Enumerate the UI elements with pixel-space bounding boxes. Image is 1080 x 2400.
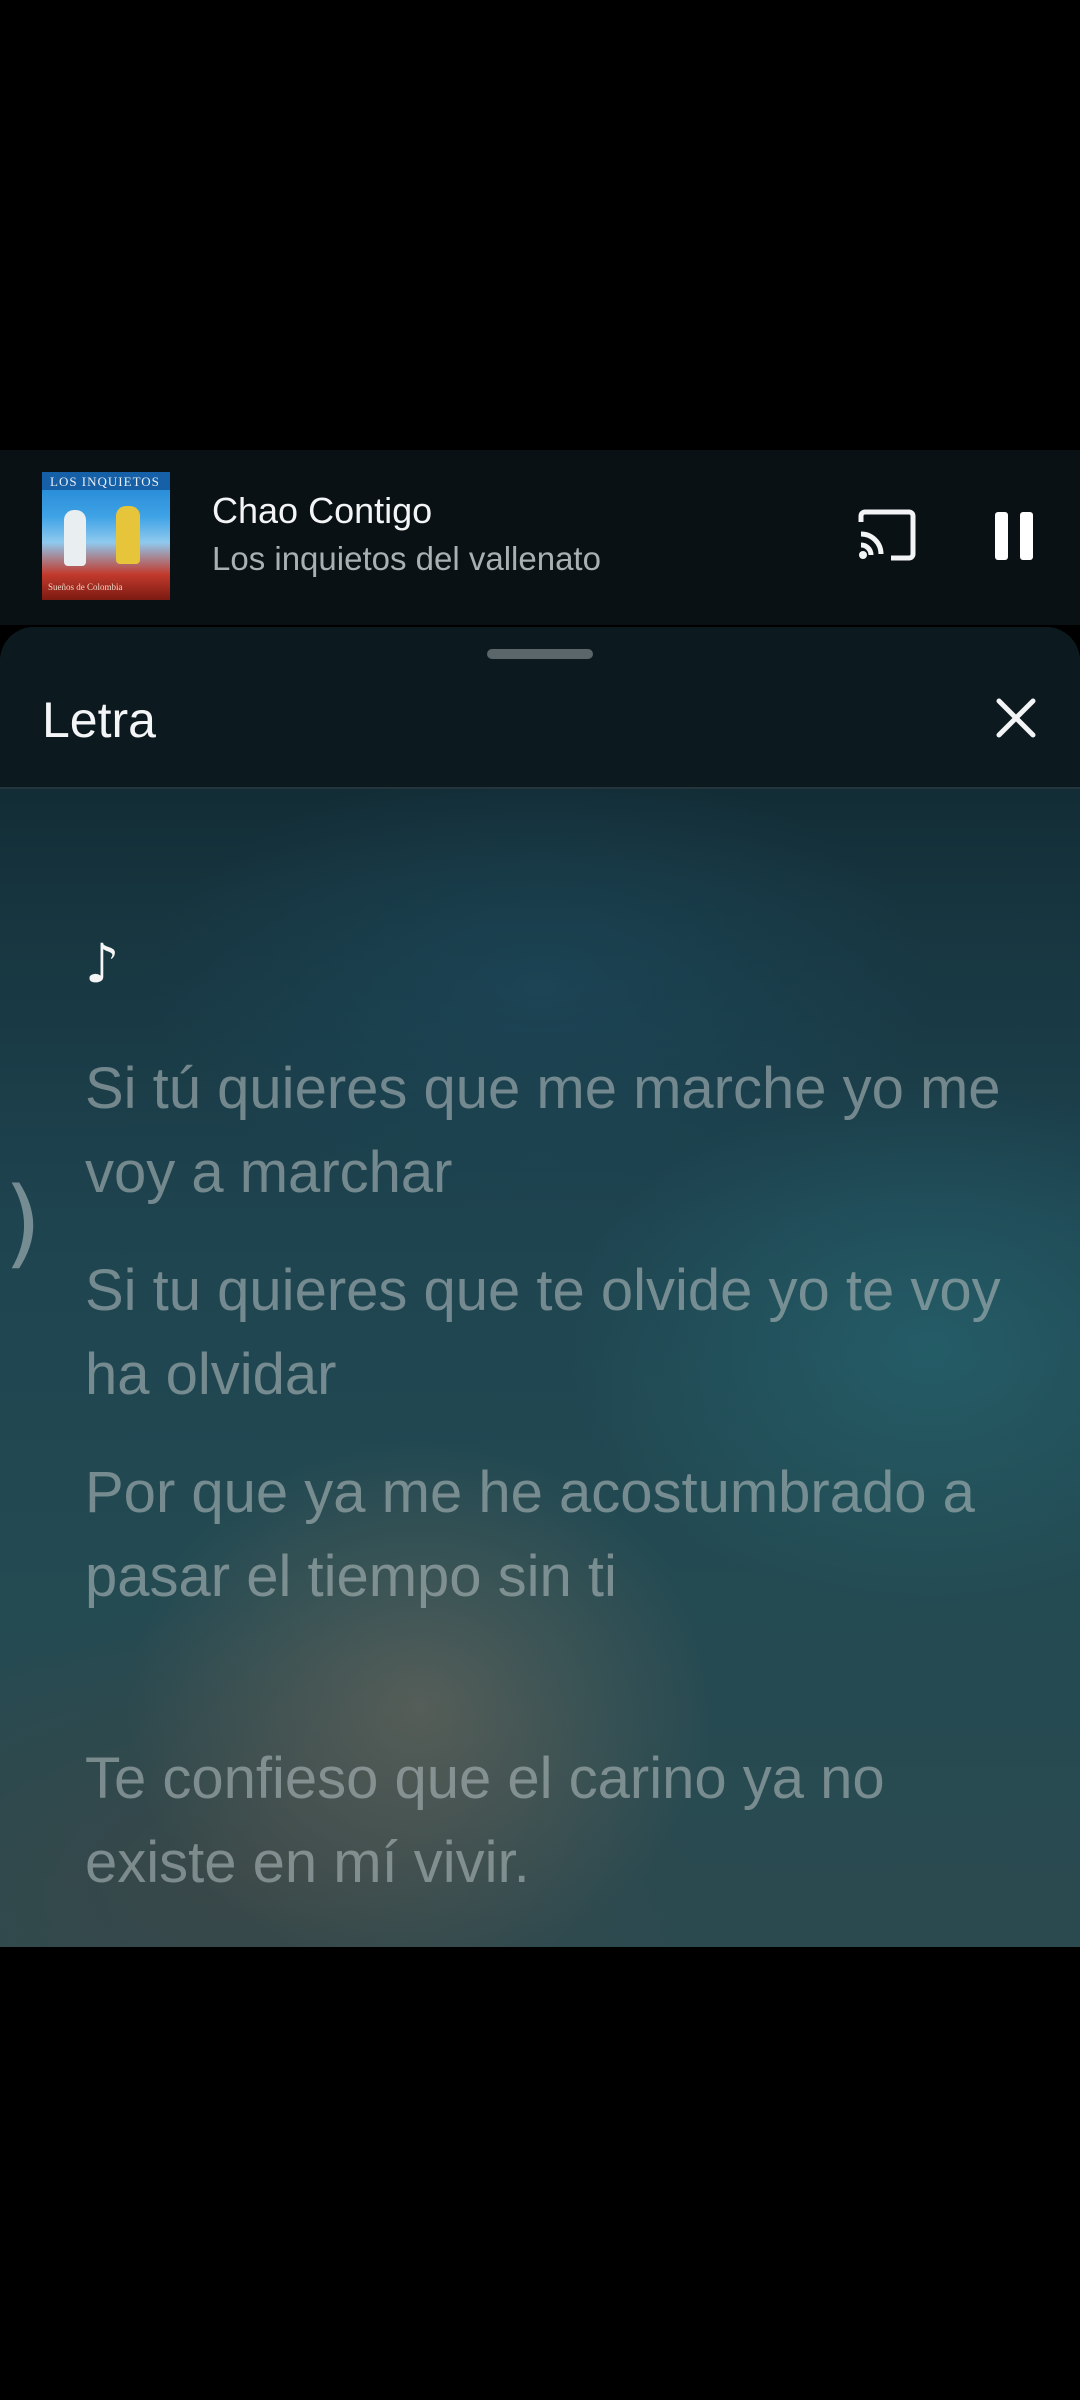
lyric-line[interactable]: Te confieso que el carino ya no existe e… [85,1737,1005,1905]
lyrics-title: Letra [42,692,156,748]
mini-player[interactable]: LOS INQUIETOS Sueños de Colombia Chao Co… [0,450,1080,625]
screen: LOS INQUIETOS Sueños de Colombia Chao Co… [0,0,1080,2400]
drag-handle[interactable] [487,649,593,659]
album-art-figure [116,506,140,564]
album-art-text: LOS INQUIETOS [50,474,160,489]
track-title: Chao Contigo [212,490,433,531]
cast-button[interactable] [855,508,919,564]
album-art-subtitle: Sueños de Colombia [48,582,123,592]
lyrics-sheet: Letra ) ♪ Si tú quieres que me marche yo… [0,627,1080,1947]
lyric-line[interactable]: Si tú quieres que me marche yo me voy a … [85,1047,1005,1215]
lyric-line[interactable]: Por que ya me he acostumbrado a pasar el… [85,1451,1005,1619]
scroll-indicator: ) [4,1167,42,1279]
album-art[interactable]: LOS INQUIETOS Sueños de Colombia [42,472,170,600]
close-button[interactable] [993,695,1039,741]
lyric-line[interactable]: Si tu quieres que te olvide yo te voy ha… [85,1249,1005,1417]
pause-icon [995,512,1033,560]
music-note-icon: ♪ [85,932,120,995]
cast-icon [858,509,916,561]
pause-button[interactable] [990,510,1040,562]
close-icon [996,698,1036,738]
album-art-figure [64,510,86,566]
lyrics-sheet-header: Letra [0,627,1080,789]
track-artist: Los inquietos del vallenato [212,540,601,577]
